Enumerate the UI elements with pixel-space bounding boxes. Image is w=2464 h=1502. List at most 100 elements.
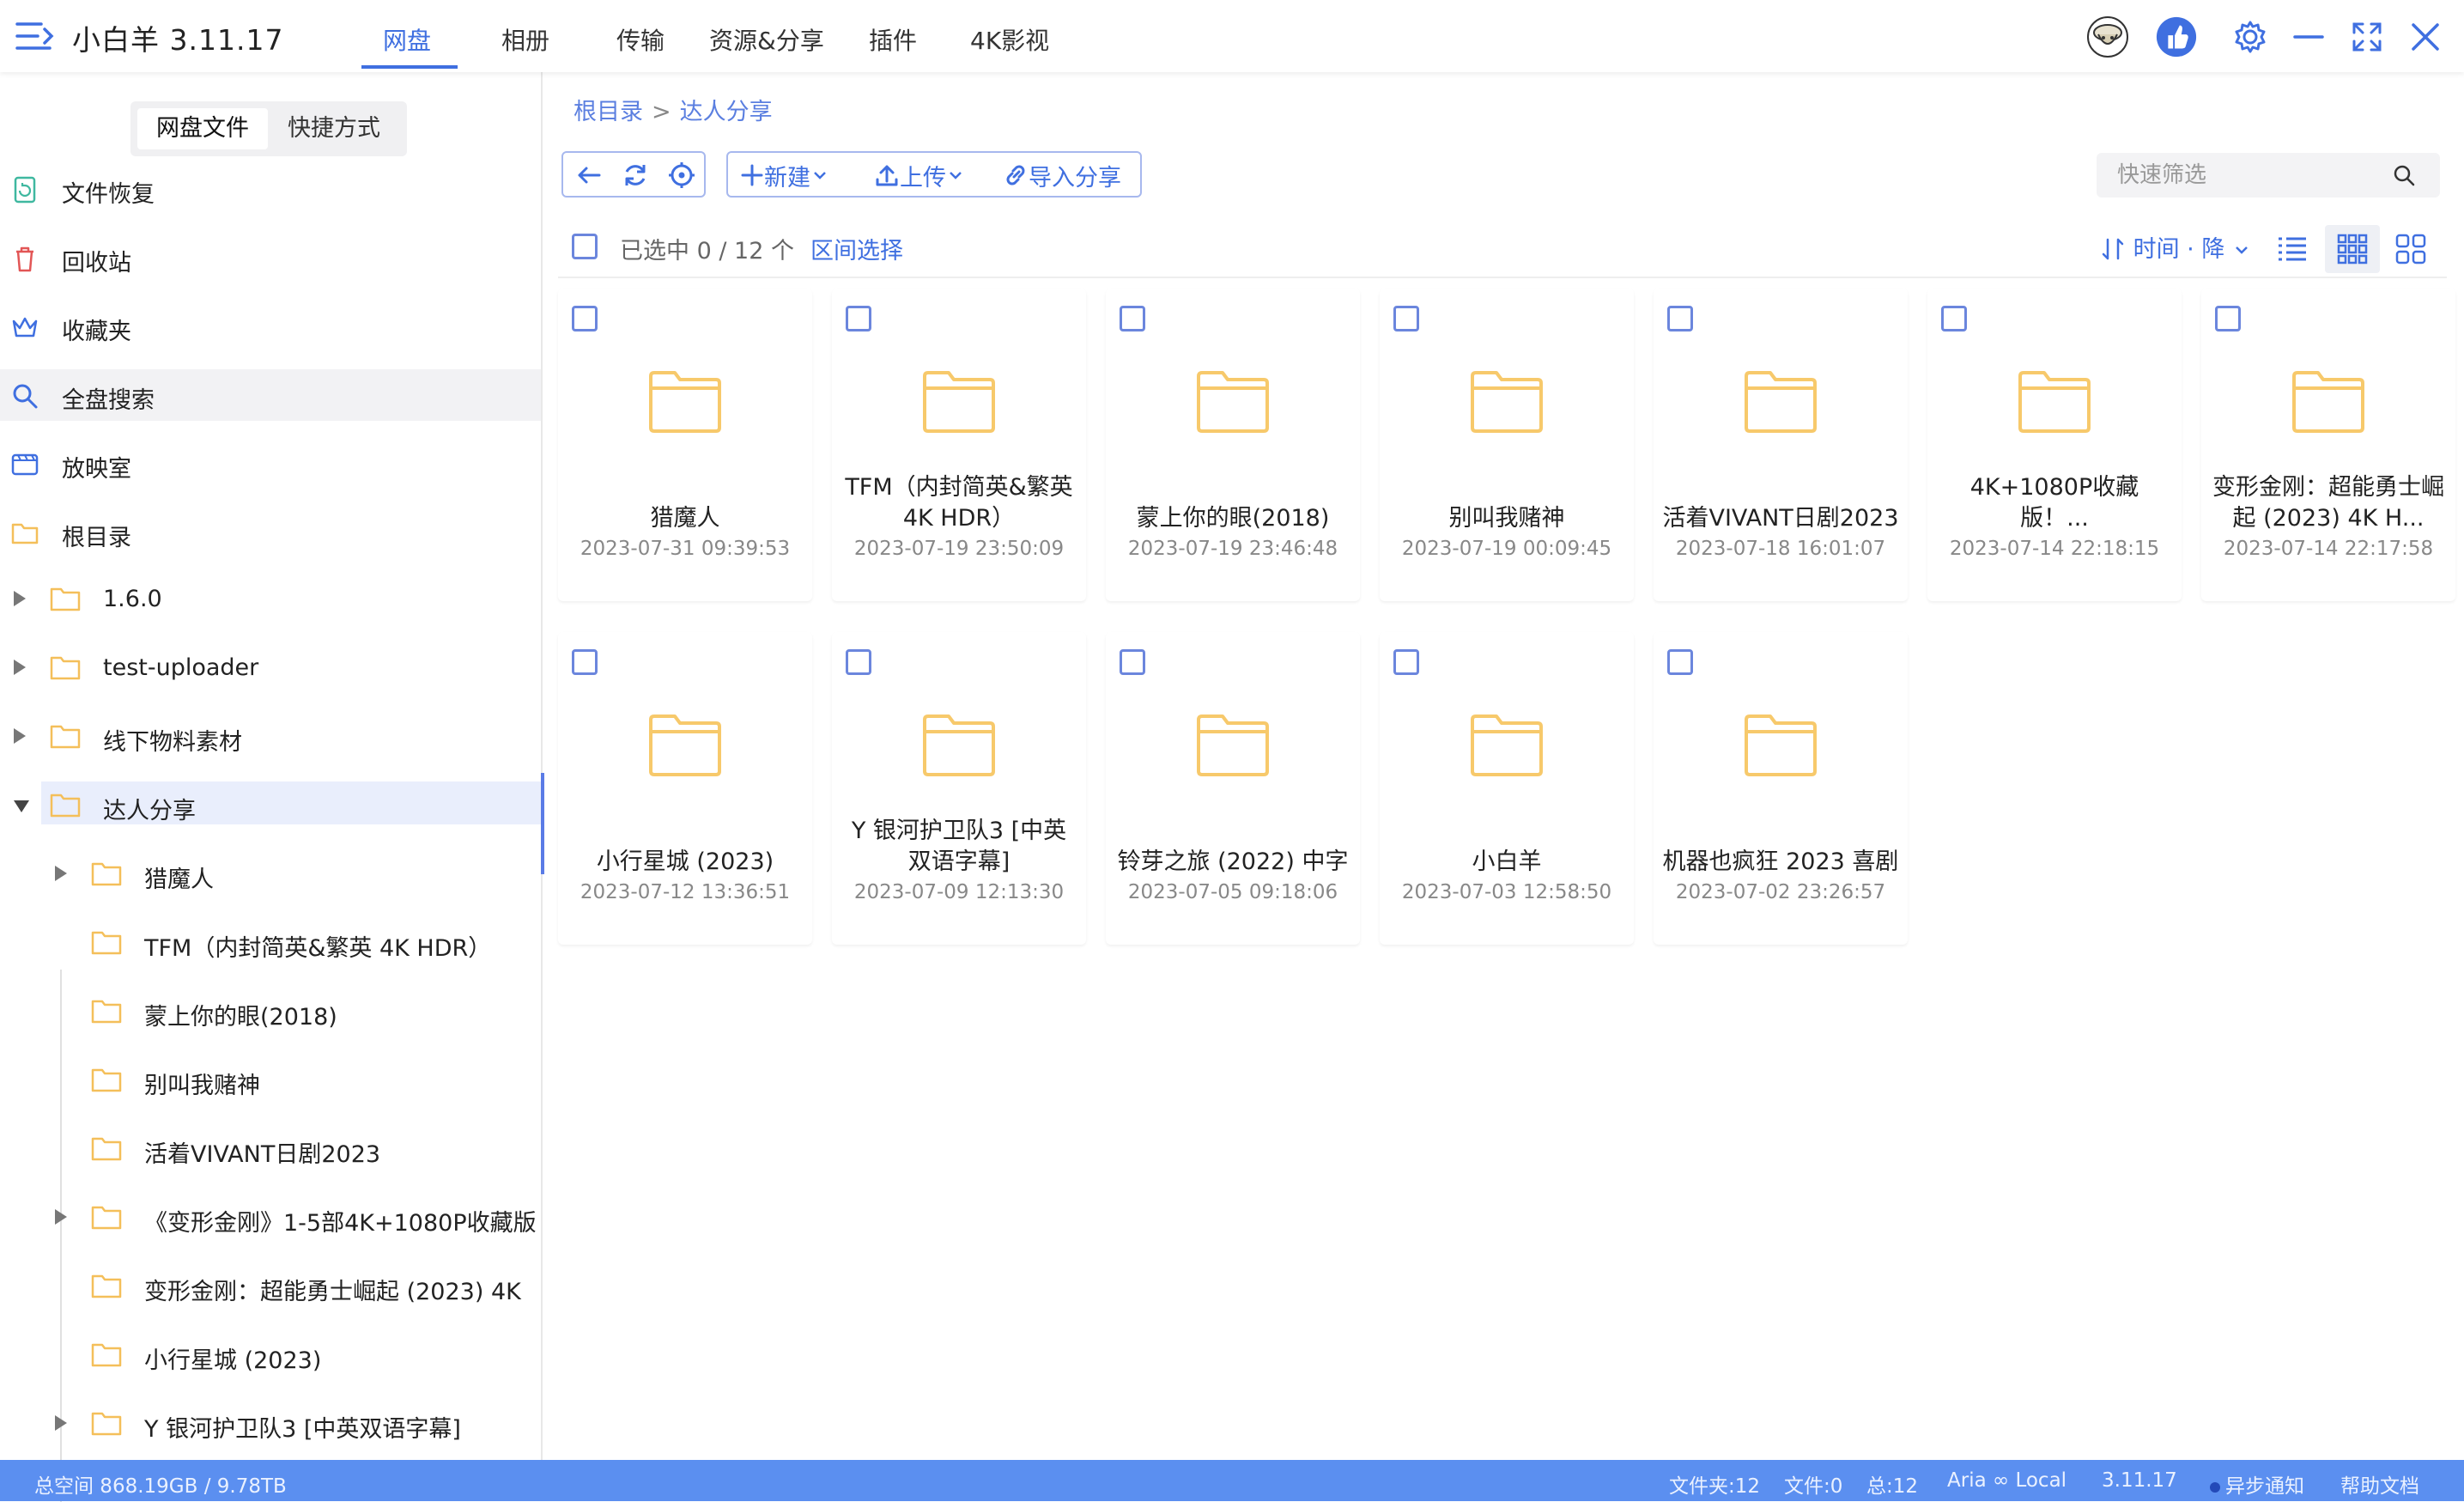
folder-checkbox[interactable] <box>572 306 598 331</box>
tree-item[interactable]: 线下物料素材 <box>0 713 543 761</box>
folder-card[interactable]: 猎魔人 2023-07-31 09:39:53 <box>558 289 812 601</box>
breadcrumb-current[interactable]: 达人分享 <box>680 99 773 125</box>
chevron-down-icon <box>814 172 826 179</box>
folder-card[interactable]: 《变形金刚》1-5部4K+1080P收藏版！... 2023-07-14 22:1… <box>1927 289 2182 601</box>
maximize-button[interactable] <box>2346 15 2388 58</box>
toggle-cloud-files[interactable]: 网盘文件 <box>137 108 268 149</box>
folder-card[interactable]: 铃芽之旅 (2022) 中字 2023-07-05 09:18:06 <box>1106 632 1360 945</box>
folder-card[interactable]: 别叫我赌神 2023-07-19 00:09:45 <box>1380 289 1634 601</box>
folder-icon <box>50 654 81 680</box>
help-docs-link[interactable]: 帮助文档 <box>2340 1469 2419 1499</box>
tree-item-label: TFM（内封简英&繁英 4K HDR） <box>144 935 492 962</box>
folder-card[interactable]: 蒙上你的眼(2018) 2023-07-19 23:46:48 <box>1106 289 1360 601</box>
folder-name: 《变形金刚》1-5部4K+1080P收藏版！... <box>1954 469 2154 532</box>
folder-icon <box>1743 369 1818 435</box>
breadcrumb-root[interactable]: 根目录 <box>574 99 643 125</box>
range-select-link[interactable]: 区间选择 <box>810 232 903 265</box>
like-button[interactable] <box>2155 15 2198 58</box>
caret-right-icon[interactable] <box>14 660 26 675</box>
tree-item[interactable]: 1.6.0 <box>0 575 543 623</box>
folder-checkbox[interactable] <box>1941 306 1967 331</box>
folder-name: Y 银河护卫队3 [中英双语字幕] <box>851 818 1067 875</box>
caret-right-icon[interactable] <box>14 591 26 606</box>
folder-icon <box>91 860 122 886</box>
search-icon[interactable] <box>2392 163 2416 187</box>
folder-checkbox[interactable] <box>2215 306 2241 331</box>
folder-card[interactable]: 小行星城 (2023) 2023-07-12 13:36:51 <box>558 632 812 945</box>
folder-card[interactable]: TFM（内封简英&繁英 4K HDR） 2023-07-19 23:50:09 <box>832 289 1086 601</box>
caret-right-icon[interactable] <box>14 728 26 744</box>
folder-icon <box>91 929 122 955</box>
caret-right-icon[interactable] <box>55 866 67 881</box>
folder-checkbox[interactable] <box>1120 306 1145 331</box>
upload-button[interactable]: 上传 <box>874 158 965 192</box>
tab-cloud-drive[interactable]: 网盘 <box>383 22 431 57</box>
tree-item-label: 变形金刚：超能勇士崛起 (2023) 4K <box>144 1279 521 1305</box>
back-button[interactable] <box>574 158 604 192</box>
import-share-button[interactable]: 导入分享 <box>1003 158 1121 192</box>
breadcrumb-separator: > <box>652 99 671 125</box>
tree-item[interactable]: 达人分享 <box>0 781 543 830</box>
tree-item[interactable]: 变形金刚：超能勇士崛起 (2023) 4K <box>0 1262 543 1310</box>
large-grid-view-button[interactable] <box>2383 225 2438 273</box>
list-view-button[interactable] <box>2265 225 2320 273</box>
folder-card[interactable]: 机器也疯狂 2023 喜剧 2023-07-02 23:26:57 <box>1654 632 1908 945</box>
tree-item[interactable]: Y 银河护卫队3 [中英双语字幕] <box>0 1400 543 1448</box>
close-button[interactable] <box>2404 15 2447 58</box>
folder-checkbox[interactable] <box>1667 306 1693 331</box>
tree-item[interactable]: 《变形金刚》1-5部4K+1080P收藏版 <box>0 1194 543 1242</box>
folder-checkbox[interactable] <box>1120 649 1145 675</box>
tree-item[interactable]: 别叫我赌神 <box>0 1056 543 1104</box>
folder-card[interactable]: 变形金刚：超能勇士崛起 (2023) 4K H... 2023-07-14 22:… <box>2201 289 2455 601</box>
tree-item[interactable]: 小行星城 (2023) <box>0 1331 543 1379</box>
settings-button[interactable] <box>2229 15 2272 58</box>
favorites-icon <box>12 317 38 337</box>
folder-card[interactable]: Y 银河护卫队3 [中英双语字幕] 2023-07-09 12:13:30 <box>832 632 1086 945</box>
refresh-button[interactable] <box>620 158 651 192</box>
locate-button[interactable] <box>666 158 697 192</box>
sidebar-item-file-restore[interactable]: 文件恢复 <box>0 163 541 215</box>
new-button[interactable]: 新建 <box>740 158 829 192</box>
folder-card[interactable]: 小白羊 2023-07-03 12:58:50 <box>1380 632 1634 945</box>
sidebar-item-root[interactable]: 根目录 <box>0 507 541 558</box>
folder-icon <box>647 713 723 778</box>
caret-down-icon[interactable] <box>14 800 29 812</box>
folder-checkbox[interactable] <box>1393 649 1419 675</box>
folder-checkbox[interactable] <box>1393 306 1419 331</box>
sort-dropdown[interactable]: 时间 · 降 <box>2100 230 2251 264</box>
menu-toggle-icon[interactable] <box>15 19 55 53</box>
select-all-checkbox[interactable] <box>572 234 598 259</box>
quick-filter-input[interactable] <box>2117 160 2392 191</box>
folder-card[interactable]: 活着VIVANT日剧2023 2023-07-18 16:01:07 <box>1654 289 1908 601</box>
sidebar-item-global-search[interactable]: 全盘搜索 <box>0 369 541 421</box>
folder-checkbox[interactable] <box>572 649 598 675</box>
tab-album[interactable]: 相册 <box>501 22 549 57</box>
grid-view-button[interactable] <box>2325 225 2380 273</box>
user-avatar[interactable] <box>2086 15 2129 58</box>
gear-icon <box>2235 21 2266 53</box>
tab-resources-share[interactable]: 资源&分享 <box>709 22 824 57</box>
caret-right-icon[interactable] <box>55 1415 67 1431</box>
tree-item[interactable]: 活着VIVANT日剧2023 <box>0 1125 543 1173</box>
tab-plugins[interactable]: 插件 <box>869 22 917 57</box>
toggle-shortcuts[interactable]: 快捷方式 <box>268 108 400 149</box>
tree-item[interactable]: 猎魔人 <box>0 850 543 898</box>
sidebar-item-video-room[interactable]: 放映室 <box>0 438 541 490</box>
tree-item[interactable]: test-uploader <box>0 644 543 692</box>
app-title: 小白羊 3.11.17 <box>72 23 284 57</box>
sidebar-item-favorites[interactable]: 收藏夹 <box>0 301 541 352</box>
folder-icon <box>91 1410 122 1436</box>
minimize-button[interactable] <box>2287 15 2330 58</box>
async-notify[interactable]: 异步通知 <box>2210 1469 2304 1499</box>
tree-item[interactable]: TFM（内封简英&繁英 4K HDR） <box>0 919 543 967</box>
sidebar-item-trash[interactable]: 回收站 <box>0 232 541 283</box>
folder-checkbox[interactable] <box>846 649 871 675</box>
folder-checkbox[interactable] <box>846 306 871 331</box>
tree-item[interactable]: 蒙上你的眼(2018) <box>0 988 543 1036</box>
folder-date: 2023-07-19 23:46:48 <box>1127 538 1338 560</box>
aria-status[interactable]: Aria ∞ Local <box>1947 1469 2066 1492</box>
tab-transfer[interactable]: 传输 <box>616 22 665 57</box>
folder-checkbox[interactable] <box>1667 649 1693 675</box>
tab-4k-movies[interactable]: 4K影视 <box>970 22 1049 57</box>
caret-right-icon[interactable] <box>55 1209 67 1225</box>
